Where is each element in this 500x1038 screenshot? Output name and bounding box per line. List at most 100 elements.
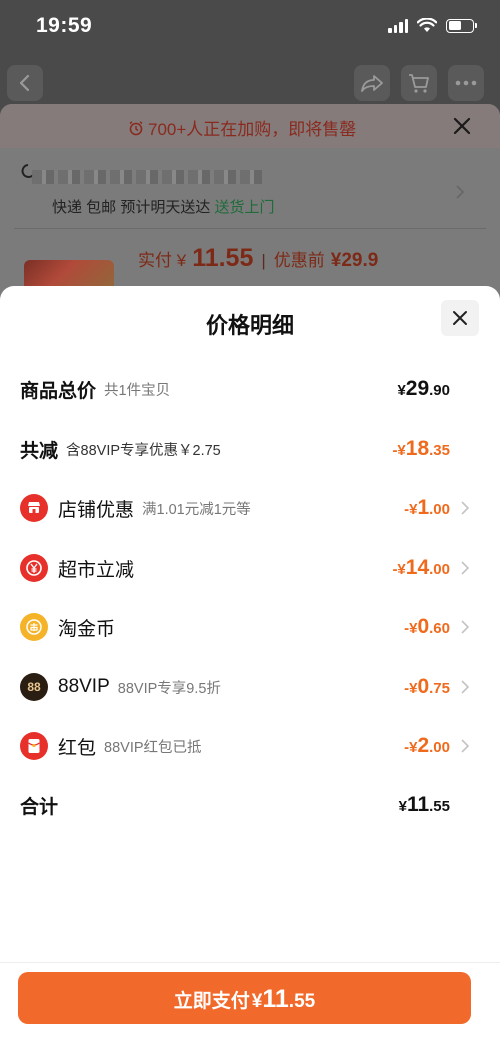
share-button[interactable] bbox=[354, 65, 390, 101]
paid-value: 11.55 bbox=[192, 244, 254, 272]
row-sub: 含88VIP专享优惠￥2.75 bbox=[66, 442, 221, 459]
pay-decimal: .55 bbox=[288, 991, 316, 1012]
row-amount: -¥ 0.60 bbox=[404, 615, 450, 639]
row-amount: -¥ 2.00 bbox=[404, 734, 450, 758]
paid-label: 实付 ¥ bbox=[138, 251, 187, 270]
status-icons bbox=[388, 18, 477, 33]
status-bar: 19:59 bbox=[0, 0, 500, 55]
banner-close-icon[interactable] bbox=[452, 116, 472, 136]
chevron-right-icon bbox=[461, 739, 470, 753]
amount-currency: -¥ bbox=[392, 442, 406, 459]
row-total: 合计 ¥11.55 bbox=[20, 785, 470, 825]
row-label: 合计 bbox=[20, 796, 59, 818]
amount-decimal: .55 bbox=[429, 798, 450, 815]
pay-currency: ¥ bbox=[251, 991, 263, 1012]
row-sub: 88VIP专享9.5折 bbox=[117, 680, 221, 697]
amount-currency: -¥ bbox=[392, 561, 406, 578]
row-total-discount: 共减 含88VIP专享优惠￥2.75 -¥ 18.35 bbox=[20, 429, 470, 469]
chevron-right-icon bbox=[461, 501, 470, 515]
banner-text: 700+人正在加购，即将售罄 bbox=[148, 120, 357, 139]
row-store-discount[interactable]: 店铺优惠 满1.01元减1元等 -¥ 1.00 bbox=[20, 488, 470, 528]
amount-integer: 11 bbox=[406, 793, 430, 816]
amount-currency: -¥ bbox=[404, 501, 418, 518]
amount-integer: 14 bbox=[405, 556, 430, 579]
store-icon bbox=[20, 494, 48, 522]
row-supermarket-discount[interactable]: 超市立减 -¥ 14.00 bbox=[20, 548, 470, 588]
amount-decimal: .60 bbox=[429, 620, 450, 637]
supermarket-icon bbox=[20, 554, 48, 582]
row-amount: -¥ 1.00 bbox=[404, 496, 450, 520]
amount-integer: 0 bbox=[417, 675, 430, 698]
alarm-clock-icon bbox=[129, 120, 143, 135]
cart-icon bbox=[409, 74, 429, 93]
background-page: 19:59 700+人正在加购，即将售罄 快递 包邮 预计明天送达 送货上门 实… bbox=[0, 0, 500, 304]
row-88vip[interactable]: 88 88VIP 88VIP专享9.5折 -¥ 0.75 bbox=[20, 667, 470, 707]
amount-currency: ¥ bbox=[397, 382, 406, 399]
amount-decimal: .00 bbox=[429, 501, 450, 518]
row-amount: -¥ 0.75 bbox=[404, 675, 450, 699]
cart-button[interactable] bbox=[401, 65, 437, 101]
amount-decimal: .75 bbox=[429, 680, 450, 697]
address-blurred bbox=[32, 170, 262, 184]
modal-close-button[interactable] bbox=[441, 300, 479, 336]
pay-now-button[interactable]: 立即支付 ¥ 11 .55 bbox=[18, 972, 471, 1024]
amount-currency: -¥ bbox=[404, 620, 418, 637]
amount-currency: -¥ bbox=[404, 680, 418, 697]
price-detail-modal: 价格明细 商品总价 共1件宝贝 ¥29.90 共减 含88VIP专享优惠￥2.7… bbox=[0, 286, 500, 1038]
amount-integer: 1 bbox=[417, 496, 430, 519]
amount-decimal: .00 bbox=[429, 561, 450, 578]
amount-decimal: .90 bbox=[429, 382, 450, 399]
banner-text-wrap: 700+人正在加购，即将售罄 bbox=[128, 115, 356, 140]
delivery-text: 快递 包邮 预计明天送达 bbox=[52, 199, 211, 216]
row-label: 共减 bbox=[20, 440, 59, 462]
divider bbox=[14, 228, 486, 229]
modal-title: 价格明细 bbox=[205, 313, 294, 338]
amount-decimal: .35 bbox=[429, 442, 450, 459]
amount-currency: -¥ bbox=[404, 739, 418, 756]
close-icon bbox=[453, 311, 467, 325]
row-label: 商品总价 bbox=[20, 380, 97, 402]
vip88-icon: 88 bbox=[20, 673, 48, 701]
chevron-left-icon bbox=[19, 74, 30, 92]
cellular-signal-icon bbox=[388, 18, 408, 33]
amount-integer: 2 bbox=[417, 734, 430, 757]
status-time: 19:59 bbox=[36, 14, 93, 37]
row-sub: 88VIP红包已抵 bbox=[104, 739, 202, 756]
wifi-icon bbox=[417, 18, 437, 32]
price-summary: 实付 ¥ 11.55 | 优惠前 ¥29.9 bbox=[138, 244, 378, 273]
row-label: 店铺优惠 bbox=[58, 499, 135, 521]
row-amount: ¥11.55 bbox=[399, 793, 450, 817]
chevron-right-icon bbox=[456, 185, 465, 199]
battery-icon bbox=[446, 18, 477, 33]
row-taojinbi[interactable]: 淘金币 -¥ 0.60 bbox=[20, 607, 470, 647]
amount-decimal: .00 bbox=[429, 739, 450, 756]
row-sub: 共1件宝贝 bbox=[104, 382, 171, 399]
price-separator: | bbox=[261, 251, 266, 270]
amount-integer: 29 bbox=[405, 377, 430, 400]
more-dots-icon bbox=[455, 80, 477, 86]
chevron-right-icon bbox=[461, 680, 470, 694]
taojinbi-coin-icon bbox=[20, 613, 48, 641]
row-amount: -¥ 18.35 bbox=[392, 437, 450, 461]
footer-divider bbox=[0, 962, 500, 963]
row-label: 超市立减 bbox=[58, 559, 135, 581]
red-envelope-icon bbox=[20, 732, 48, 760]
share-icon bbox=[361, 75, 383, 92]
delivery-green-text: 送货上门 bbox=[214, 199, 275, 216]
urgency-banner: 700+人正在加购，即将售罄 bbox=[0, 104, 500, 148]
more-button[interactable] bbox=[448, 65, 484, 101]
chevron-right-icon bbox=[461, 561, 470, 575]
row-label: 淘金币 bbox=[58, 618, 116, 640]
row-sub: 满1.01元减1元等 bbox=[142, 501, 251, 518]
before-discount-label: 优惠前 bbox=[273, 251, 325, 270]
back-button[interactable] bbox=[7, 65, 43, 101]
row-amount: -¥ 14.00 bbox=[392, 556, 450, 580]
amount-integer: 0 bbox=[417, 615, 430, 638]
before-discount-value: ¥29.9 bbox=[330, 250, 379, 271]
row-amount: ¥29.90 bbox=[397, 377, 450, 401]
order-sheet-background: 700+人正在加购，即将售罄 快递 包邮 预计明天送达 送货上门 实付 ¥ 11… bbox=[0, 104, 500, 304]
row-subtotal: 商品总价 共1件宝贝 ¥29.90 bbox=[20, 369, 470, 409]
row-red-envelope[interactable]: 红包 88VIP红包已抵 -¥ 2.00 bbox=[20, 726, 470, 766]
row-label: 88VIP bbox=[58, 676, 110, 697]
amount-currency: ¥ bbox=[398, 798, 407, 815]
